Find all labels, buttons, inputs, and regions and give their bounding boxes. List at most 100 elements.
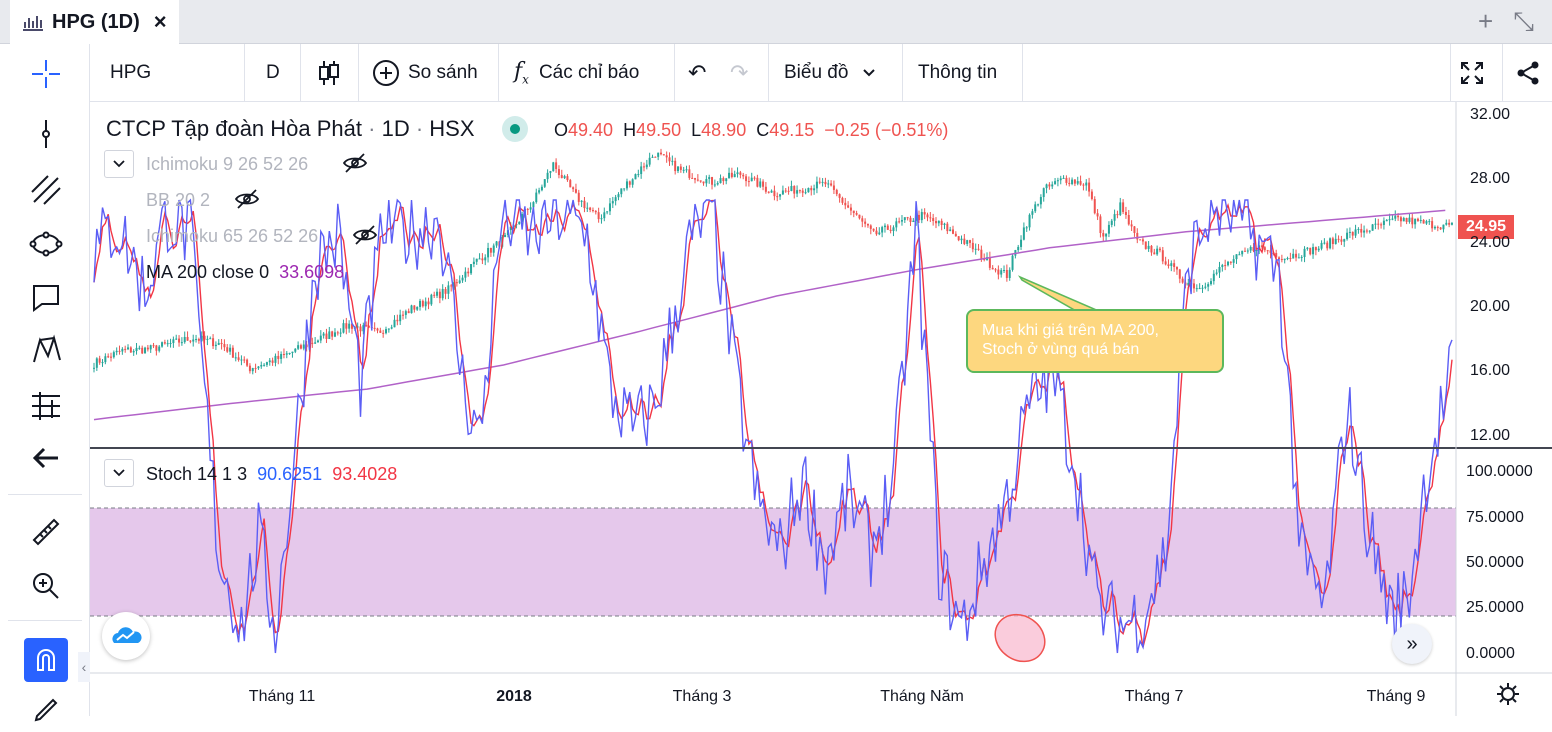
- candle-body: [787, 190, 790, 192]
- candle-body: [1431, 221, 1434, 229]
- candle-body: [736, 172, 739, 175]
- candles-style-icon[interactable]: [318, 44, 340, 102]
- compare-button[interactable]: So sánh: [372, 44, 478, 102]
- collapse-toolbar-icon[interactable]: ‹: [78, 652, 90, 682]
- fullscreen-icon[interactable]: [1458, 44, 1486, 102]
- candle-body: [1232, 259, 1235, 263]
- pattern-icon[interactable]: [24, 328, 68, 372]
- candle-body: [770, 190, 773, 193]
- candle-body: [977, 248, 980, 250]
- ruler-icon[interactable]: [24, 510, 68, 554]
- stoch-legend[interactable]: Stoch 14 1 3 90.6251 93.4028: [146, 464, 397, 485]
- window-tab[interactable]: HPG (1D) ×: [10, 0, 179, 44]
- series-exchange: HSX: [429, 116, 475, 141]
- candle-body: [489, 247, 492, 253]
- trend-line-icon[interactable]: [24, 112, 68, 156]
- candle-body: [152, 345, 155, 347]
- candle-body: [668, 157, 671, 162]
- candle-body: [1037, 204, 1040, 206]
- pencil-icon[interactable]: [24, 688, 68, 732]
- candle-body: [1303, 248, 1306, 258]
- back-arrow-icon[interactable]: [24, 436, 68, 480]
- scroll-right-icon[interactable]: »: [1392, 624, 1432, 664]
- symbol-search-button[interactable]: HPG: [110, 44, 151, 102]
- candle-body: [297, 345, 300, 349]
- candle-body: [470, 264, 473, 274]
- close-tab-icon[interactable]: ×: [154, 9, 167, 35]
- candle-body: [1113, 214, 1116, 221]
- candle-body: [158, 346, 161, 351]
- candle-body: [1391, 218, 1394, 220]
- tradingview-logo-icon[interactable]: [102, 612, 150, 660]
- candle-body: [940, 220, 943, 225]
- candle-body: [1286, 258, 1289, 260]
- candle-body: [359, 326, 362, 332]
- crosshair-icon[interactable]: [24, 52, 68, 96]
- candle-body: [1382, 220, 1385, 225]
- candle-body: [1209, 281, 1212, 285]
- eye-hidden-icon[interactable]: [352, 224, 378, 251]
- pitchfork-icon[interactable]: [24, 168, 68, 212]
- candle-body: [433, 294, 436, 296]
- candle-body: [923, 212, 926, 215]
- candle-body: [1048, 184, 1051, 187]
- candle-body: [974, 248, 977, 250]
- candle-body: [472, 261, 475, 265]
- info-button[interactable]: Thông tin: [918, 44, 997, 102]
- candle-body: [776, 196, 779, 198]
- eye-hidden-icon[interactable]: [234, 188, 260, 215]
- settings-gear-icon[interactable]: [1496, 682, 1520, 711]
- candle-body: [430, 294, 433, 305]
- chart-area[interactable]: [90, 102, 1552, 716]
- candle-body: [1411, 217, 1414, 225]
- indicators-button[interactable]: fx Các chỉ báo: [514, 44, 639, 102]
- candle-body: [719, 178, 722, 184]
- candle-body: [591, 209, 594, 211]
- candle-body: [762, 181, 765, 187]
- candle-body: [243, 359, 246, 361]
- candle-body: [127, 347, 130, 350]
- candle-body: [1099, 216, 1102, 234]
- indicators-label: Các chỉ báo: [538, 62, 640, 83]
- share-icon[interactable]: [1514, 44, 1542, 102]
- candle-body: [586, 207, 589, 209]
- interval-button[interactable]: D: [266, 44, 280, 102]
- candle-body: [708, 177, 711, 180]
- candle-body: [1054, 181, 1057, 185]
- collapse-legend-icon[interactable]: [104, 150, 134, 178]
- candle-body: [212, 338, 215, 347]
- candle-body: [231, 347, 234, 358]
- prediction-icon[interactable]: [24, 384, 68, 428]
- redo-icon[interactable]: ↷: [730, 44, 748, 102]
- add-tab-icon[interactable]: +: [1478, 6, 1493, 38]
- eye-hidden-icon[interactable]: [342, 152, 368, 179]
- candle-body: [634, 174, 637, 180]
- candle-body: [960, 238, 963, 241]
- chart-type-button[interactable]: Biểu đồ: [784, 44, 876, 102]
- candle-body: [660, 152, 662, 155]
- price-tick: 16.00: [1470, 362, 1511, 379]
- shrink-window-icon[interactable]: ⤡: [1513, 6, 1534, 38]
- candle-body: [838, 194, 841, 198]
- candle-body: [214, 344, 217, 347]
- indicator-ma200[interactable]: MA 200 close 0 33.6098: [146, 262, 344, 283]
- candle-body: [1263, 247, 1266, 251]
- indicator-ichimoku-1[interactable]: Ichimoku 9 26 52 26: [146, 154, 308, 175]
- candle-body: [1224, 265, 1227, 267]
- undo-icon[interactable]: ↶: [688, 44, 706, 102]
- candle-body: [952, 229, 955, 234]
- magnet-icon[interactable]: [24, 638, 68, 682]
- candle-body: [438, 291, 441, 299]
- candle-body: [563, 176, 566, 179]
- candle-body: [345, 323, 348, 329]
- indicator-bb[interactable]: BB 20 2: [146, 190, 210, 211]
- candle-body: [920, 212, 923, 221]
- callout-icon[interactable]: [24, 276, 68, 320]
- candle-body: [631, 179, 634, 185]
- collapse-stoch-icon[interactable]: [104, 459, 134, 487]
- zoom-in-icon[interactable]: [24, 564, 68, 608]
- annotation-callout[interactable]: Mua khi giá trên MA 200, Stoch ở vùng quá…: [966, 309, 1224, 373]
- candle-body: [141, 347, 144, 354]
- ellipse-icon[interactable]: [24, 222, 68, 266]
- indicator-ichimoku-2[interactable]: Ichimoku 65 26 52 26: [146, 226, 318, 247]
